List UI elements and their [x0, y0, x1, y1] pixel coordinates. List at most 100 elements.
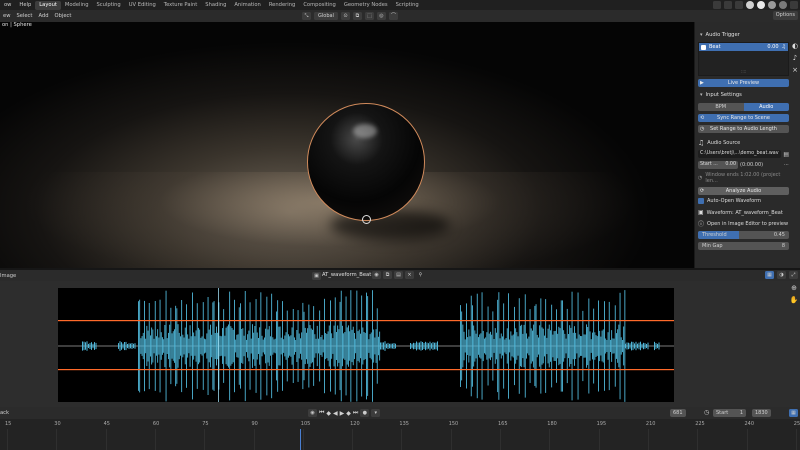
frame-start-field[interactable]: Start 1 [713, 409, 746, 417]
next-keyframe-icon[interactable]: ◆ [346, 410, 351, 417]
auto-open-checkbox[interactable] [698, 198, 704, 204]
threshold-slider[interactable]: Threshold 0.45 [698, 231, 789, 239]
waveform-bar [611, 330, 613, 362]
overlay-icon[interactable]: ◑ [777, 271, 786, 279]
jump-end-icon[interactable]: ⏭ [353, 409, 358, 417]
file-path-field[interactable]: C:\Users\bretj\...\demo_beat.wav [698, 150, 782, 158]
waveform-bar [192, 292, 193, 400]
image-browse-icon[interactable]: ▣ [312, 272, 321, 280]
menu-object[interactable]: Object [52, 13, 75, 19]
min-gap-field[interactable]: Min Gap 8 [698, 242, 789, 250]
falloff-icon[interactable]: ⌒ [388, 12, 398, 20]
overlay-icon[interactable] [724, 1, 732, 9]
more-icon[interactable]: ⋯ [784, 162, 789, 168]
waveform-image[interactable] [58, 288, 674, 402]
timeline-playhead[interactable] [300, 429, 301, 450]
timeline-view-icon[interactable]: ▦ [789, 409, 798, 417]
image-name-field[interactable]: AT_waveform_Beat [322, 271, 371, 280]
auto-open-row[interactable]: Auto-Open Waveform [698, 198, 789, 204]
waveform-bar [253, 332, 255, 360]
hand-icon[interactable]: ✋ [790, 296, 799, 304]
tab-scripting[interactable]: Scripting [392, 1, 423, 10]
fake-user-icon[interactable]: ◉ [372, 271, 381, 279]
tab-animation[interactable]: Animation [230, 1, 264, 10]
xray-icon[interactable] [735, 1, 743, 9]
keyframe-type-icon[interactable]: ▾ [371, 409, 381, 417]
pivot-icon[interactable]: ⊙ [340, 12, 350, 20]
options-button[interactable]: Options [772, 11, 798, 20]
jump-start-icon[interactable]: ⏮ [319, 409, 324, 417]
current-frame-field[interactable]: 681 [670, 409, 686, 417]
list-item[interactable]: Beat 0.00 ♫ [699, 43, 788, 51]
mode-bpm[interactable]: BPM [698, 103, 744, 111]
unlink-icon[interactable]: × [405, 271, 414, 279]
play-icon[interactable]: ▶ [340, 410, 345, 417]
3d-viewport[interactable] [0, 22, 694, 268]
set-range-button[interactable]: ◷ Set Range to Audio Length [698, 125, 789, 133]
menu-select[interactable]: Select [13, 13, 35, 19]
trigger-list[interactable]: Beat 0.00 ♫ :::: [698, 42, 789, 76]
tab-layout[interactable]: Layout [35, 0, 61, 10]
timeline[interactable]: 15 30 45 60 75 90 105 120 135 150 165 180 195 210 225 2… [0, 419, 800, 450]
snap-target-icon[interactable]: ⬚ [364, 12, 374, 20]
frame-end-field[interactable]: 1830 [752, 409, 771, 417]
live-preview-button[interactable]: ▶ Live Preview [698, 79, 789, 87]
tab-texture-paint[interactable]: Texture Paint [160, 1, 201, 10]
transform-orientation-dropdown[interactable]: Global [314, 12, 338, 20]
sync-range-button[interactable]: ⟲ Sync Range to Scene [698, 114, 789, 122]
waveform-bar [553, 331, 555, 361]
prev-keyframe-icon[interactable]: ◆ [326, 410, 331, 417]
orientation-icon[interactable]: ⤡ [302, 12, 311, 20]
tab-geometry-nodes[interactable]: Geometry Nodes [340, 1, 392, 10]
zoom-icon[interactable]: ⊕ [791, 284, 797, 292]
tool-tab-icon[interactable]: ◐ [792, 42, 798, 50]
waveform-bar [337, 325, 339, 367]
menu-window[interactable]: ow [0, 2, 15, 8]
panel-header-input-settings[interactable]: ▾ Input Settings [697, 90, 790, 100]
waveform-bar [339, 301, 341, 391]
tab-rendering[interactable]: Rendering [265, 1, 300, 10]
close-tab-icon[interactable]: × [792, 66, 798, 74]
folder-icon[interactable]: ▤ [783, 151, 789, 158]
analyze-audio-button[interactable]: ⟳ Analyze Audio [698, 187, 789, 195]
auto-key-icon[interactable]: ● [360, 409, 370, 417]
waveform-bar [354, 333, 355, 360]
solid-shading-icon[interactable] [757, 1, 765, 9]
tab-modeling[interactable]: Modeling [61, 1, 93, 10]
snap-icon[interactable]: ⧉ [352, 12, 362, 20]
waveform-bar [554, 330, 556, 361]
resize-handle-icon[interactable]: :::: [741, 69, 746, 74]
tab-compositing[interactable]: Compositing [299, 1, 340, 10]
tab-sculpting[interactable]: Sculpting [93, 1, 125, 10]
sphere-object[interactable] [307, 103, 425, 221]
wireframe-shading-icon[interactable] [746, 1, 754, 9]
proportional-edit-icon[interactable]: ◎ [376, 12, 386, 20]
menu-view[interactable]: ew [0, 13, 13, 19]
tab-shading[interactable]: Shading [201, 1, 230, 10]
waveform-bar [473, 325, 475, 367]
enabled-checkbox[interactable] [701, 44, 706, 50]
keying-icon[interactable]: ◉ [308, 409, 317, 417]
open-image-icon[interactable]: ▤ [394, 271, 403, 279]
frame-ruler[interactable]: 15 30 45 60 75 90 105 120 135 150 165 180 195 210 225 2… [0, 419, 800, 429]
tab-uv-editing[interactable]: UV Editing [125, 1, 160, 10]
menu-help[interactable]: Help [15, 2, 35, 8]
play-reverse-icon[interactable]: ◀ [333, 410, 338, 417]
image-editor[interactable]: ⊕ ✋ [0, 281, 800, 407]
mode-audio[interactable]: Audio [743, 103, 789, 111]
shading-dropdown-icon[interactable] [790, 1, 798, 9]
gizmo-icon[interactable] [713, 1, 721, 9]
waveform-bar [128, 343, 130, 349]
new-image-icon[interactable]: ⧉ [383, 271, 392, 279]
display-channels-icon[interactable]: ▦ [765, 271, 774, 279]
audio-trigger-tab-icon[interactable]: ♪ [793, 54, 797, 62]
clock-icon[interactable]: ◷ [704, 409, 709, 416]
rendered-shading-icon[interactable] [779, 1, 787, 9]
menu-add[interactable]: Add [35, 13, 51, 19]
gizmo-icon[interactable]: ⤢ [789, 271, 798, 279]
material-shading-icon[interactable] [768, 1, 776, 9]
pin-icon[interactable]: ⚲ [416, 271, 425, 279]
panel-header-audio-trigger[interactable]: ▾ Audio Trigger [697, 30, 790, 40]
start-field[interactable]: Start ... 0.00 [698, 161, 738, 169]
waveform-bar [570, 327, 572, 364]
